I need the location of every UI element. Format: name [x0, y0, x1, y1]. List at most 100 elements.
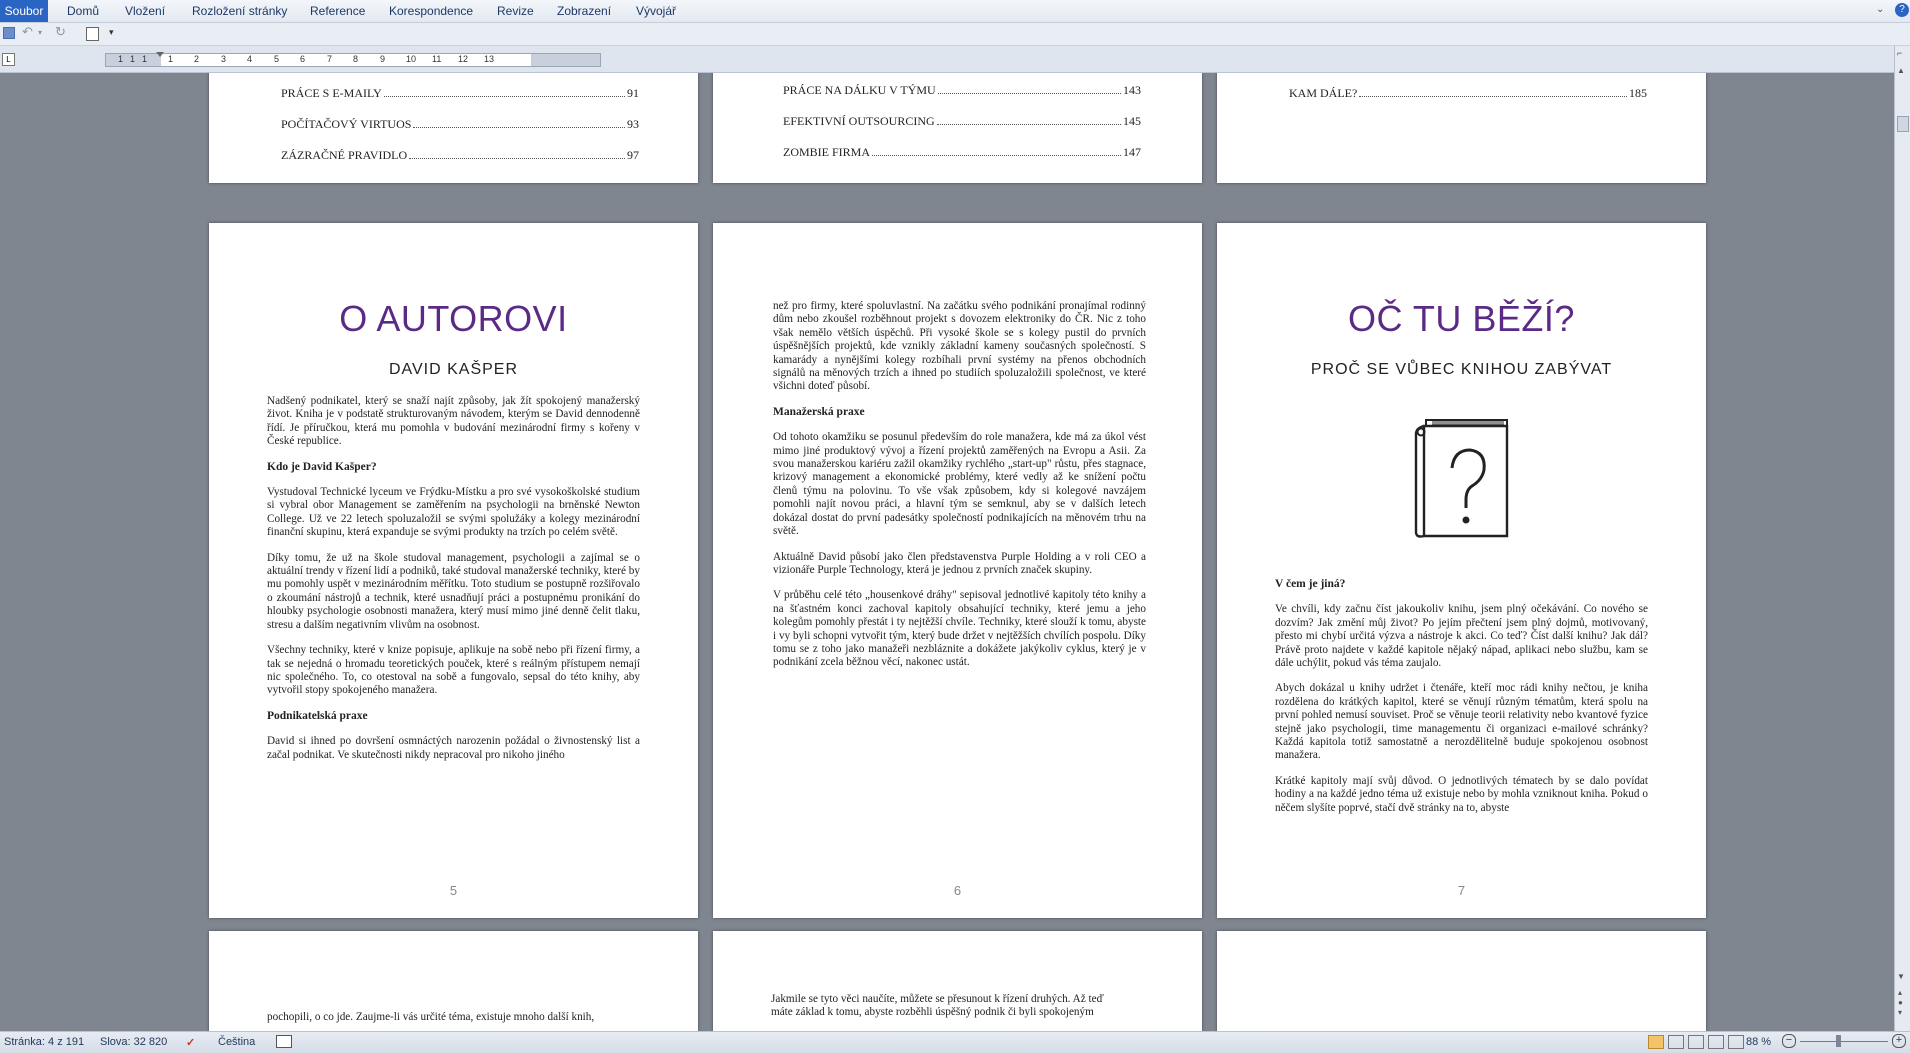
paragraph: Všechny techniky, které v knize popisuje…: [267, 644, 640, 697]
section-heading: Manažerská praxe: [773, 405, 865, 418]
ruler-tick: 3: [221, 54, 227, 64]
page-number: 6: [953, 883, 962, 898]
browse-object-icon[interactable]: ●: [1898, 998, 1903, 1007]
scroll-thumb[interactable]: [1897, 116, 1909, 132]
page-9[interactable]: Jakmile se tyto věci naučíte, můžete se …: [713, 931, 1202, 1031]
vertical-scrollbar[interactable]: ⌐ ▲ ▼ ▴ ● ▾: [1894, 46, 1910, 1031]
paragraph-line: máte základ k tomu, abyste rozběhli úspě…: [771, 1006, 1094, 1019]
toc-entry[interactable]: PRÁCE NA DÁLKU V TÝMU 143: [783, 83, 1141, 98]
page-7[interactable]: OČ TU BĚŽÍ? PROČ SE VŮBEC KNIHOU ZABÝVAT…: [1217, 223, 1706, 918]
page-title: O AUTOROVI: [339, 298, 568, 339]
tab-soubor[interactable]: Soubor: [0, 0, 48, 22]
tab-selector-icon[interactable]: L: [2, 53, 15, 66]
toc-entry[interactable]: POČÍTAČOVÝ VIRTUOS 93: [281, 117, 639, 132]
paragraph: Díky tomu, že už na škole studoval manag…: [267, 551, 640, 631]
ruler-margin-right: [531, 54, 600, 66]
toc-entry[interactable]: KAM DÁLE? 185: [1289, 86, 1647, 101]
paragraph: než pro firmy, které spoluvlastní. Na za…: [773, 300, 1146, 393]
ruler-tick: 12: [458, 54, 469, 64]
status-page-count[interactable]: Stránka: 4 z 191: [4, 1036, 84, 1048]
paragraph: Nadšený podnikatel, který se snaží najít…: [267, 395, 640, 448]
toc-entry[interactable]: PRÁCE S E-MAILY 91: [281, 86, 639, 101]
tab-zobrazeni[interactable]: Zobrazení: [557, 0, 611, 22]
undo-icon[interactable]: ↶: [22, 24, 36, 39]
ruler-tick: 1: [142, 54, 148, 64]
tab-korespondence[interactable]: Korespondence: [389, 0, 473, 22]
page-5[interactable]: O AUTOROVI DAVID KAŠPER Nadšený podnikat…: [209, 223, 698, 918]
paragraph: Vystudoval Technické lyceum ve Frýdku-Mí…: [267, 486, 640, 539]
toc-entry[interactable]: ZÁZRAČNÉ PRAVIDLO 97: [281, 148, 639, 163]
undo-dropdown-icon[interactable]: ▾: [38, 28, 52, 41]
view-full-screen-icon[interactable]: [1668, 1035, 1684, 1049]
ruler-tick: 9: [380, 54, 386, 64]
print-preview-icon[interactable]: [86, 27, 99, 41]
page-10[interactable]: [1217, 931, 1706, 1031]
ruler-tick: 11: [432, 54, 442, 64]
tab-rozlozeni-stranky[interactable]: Rozložení stránky: [192, 0, 287, 22]
status-word-count[interactable]: Slova: 32 820: [100, 1036, 167, 1048]
ruler-tick: 5: [274, 54, 280, 64]
ruler-tick: 10: [406, 54, 417, 64]
customize-toolbar-icon[interactable]: ▾: [109, 27, 123, 40]
minimize-ribbon-icon[interactable]: ⌄: [1876, 4, 1884, 15]
page-6[interactable]: než pro firmy, které spoluvlastní. Na za…: [713, 223, 1202, 918]
status-bar: Stránka: 4 z 191 Slova: 32 820 ✓ Čeština…: [0, 1031, 1910, 1053]
horizontal-ruler[interactable]: 1 1 1 1 2 3 4 5 6 7 8 9 10 11 12 13: [105, 52, 601, 67]
section-heading: Kdo je David Kašper?: [267, 460, 377, 473]
ruler-toggle-icon[interactable]: ⌐: [1897, 48, 1902, 58]
toc-entry[interactable]: ZOMBIE FIRMA 147: [783, 145, 1141, 160]
page-body[interactable]: pochopili, o co jde. Zaujme-li vás určit…: [267, 1011, 640, 1024]
page-body[interactable]: než pro firmy, které spoluvlastní. Na za…: [773, 300, 1146, 682]
ruler-tick: 7: [327, 54, 333, 64]
paragraph: Abych dokázal u knihy udržet i čtenáře, …: [1275, 682, 1648, 762]
tab-domu[interactable]: Domů: [67, 0, 99, 22]
page-body[interactable]: Jakmile se tyto věci naučíte, můžete se …: [771, 993, 1144, 1020]
page-toc-2[interactable]: PRÁCE NA DÁLKU V TÝMU 143 EFEKTIVNÍ OUTSO…: [713, 73, 1202, 183]
save-icon[interactable]: [3, 27, 15, 39]
indent-marker-icon[interactable]: [156, 52, 164, 57]
page-toc-3[interactable]: KAM DÁLE? 185: [1217, 73, 1706, 183]
page-number: 7: [1457, 883, 1466, 898]
paragraph: V průběhu celé této „housenkové dráhy" s…: [773, 589, 1146, 669]
scroll-down-icon[interactable]: ▼: [1897, 972, 1905, 981]
page-body[interactable]: Nadšený podnikatel, který se snaží najít…: [267, 395, 640, 774]
section-heading: V čem je jiná?: [1275, 578, 1346, 590]
toc-entry[interactable]: EFEKTIVNÍ OUTSOURCING 145: [783, 114, 1141, 129]
view-outline-icon[interactable]: [1708, 1035, 1724, 1049]
page-body[interactable]: V čem je jiná? Ve chvíli, kdy začnu číst…: [1275, 578, 1648, 827]
zoom-slider-thumb[interactable]: [1836, 1035, 1841, 1047]
ruler-tick: 1: [118, 54, 124, 64]
tab-vlozeni[interactable]: Vložení: [125, 0, 165, 22]
zoom-in-icon[interactable]: +: [1892, 1034, 1906, 1048]
spellcheck-icon[interactable]: ✓: [186, 1036, 195, 1049]
status-language[interactable]: Čeština: [218, 1036, 255, 1048]
view-print-layout-icon[interactable]: [1648, 1035, 1664, 1049]
ruler-tick: 8: [353, 54, 359, 64]
tab-reference[interactable]: Reference: [310, 0, 365, 22]
page-subtitle: DAVID KAŠPER: [388, 361, 519, 378]
page-8[interactable]: pochopili, o co jde. Zaujme-li vás určit…: [209, 931, 698, 1031]
tab-revize[interactable]: Revize: [497, 0, 534, 22]
zoom-slider-track[interactable]: [1800, 1041, 1888, 1042]
quick-access-toolbar: [0, 23, 1910, 46]
page-title: OČ TU BĚŽÍ?: [1348, 298, 1575, 339]
next-page-icon[interactable]: ▾: [1898, 1008, 1902, 1017]
ruler-tick: 2: [194, 54, 200, 64]
paragraph: Aktuálně David působí jako člen představ…: [773, 550, 1146, 576]
paragraph: David si ihned po dovršení osmnáctých na…: [267, 735, 640, 761]
previous-page-icon[interactable]: ▴: [1898, 988, 1902, 997]
tab-vyvojar[interactable]: Vývojář: [636, 0, 676, 22]
paragraph-line: Jakmile se tyto věci naučíte, můžete se …: [771, 993, 1104, 1005]
page-subtitle: PROČ SE VŮBEC KNIHOU ZABÝVAT: [1310, 361, 1613, 378]
view-web-layout-icon[interactable]: [1688, 1035, 1704, 1049]
page-toc-1[interactable]: PRÁCE S E-MAILY 91 POČÍTAČOVÝ VIRTUOS 93 Z…: [209, 73, 698, 183]
redo-icon[interactable]: ↻: [55, 24, 69, 39]
view-draft-icon[interactable]: [1728, 1035, 1744, 1049]
paragraph: Ve chvíli, kdy začnu číst jakoukoliv kni…: [1275, 603, 1648, 670]
zoom-level[interactable]: 88 %: [1746, 1036, 1771, 1048]
scroll-up-icon[interactable]: ▲: [1897, 66, 1905, 75]
ruler-tick: 13: [484, 54, 495, 64]
help-icon[interactable]: ?: [1895, 3, 1909, 17]
macro-record-icon[interactable]: [276, 1035, 292, 1048]
zoom-out-icon[interactable]: −: [1782, 1034, 1796, 1048]
